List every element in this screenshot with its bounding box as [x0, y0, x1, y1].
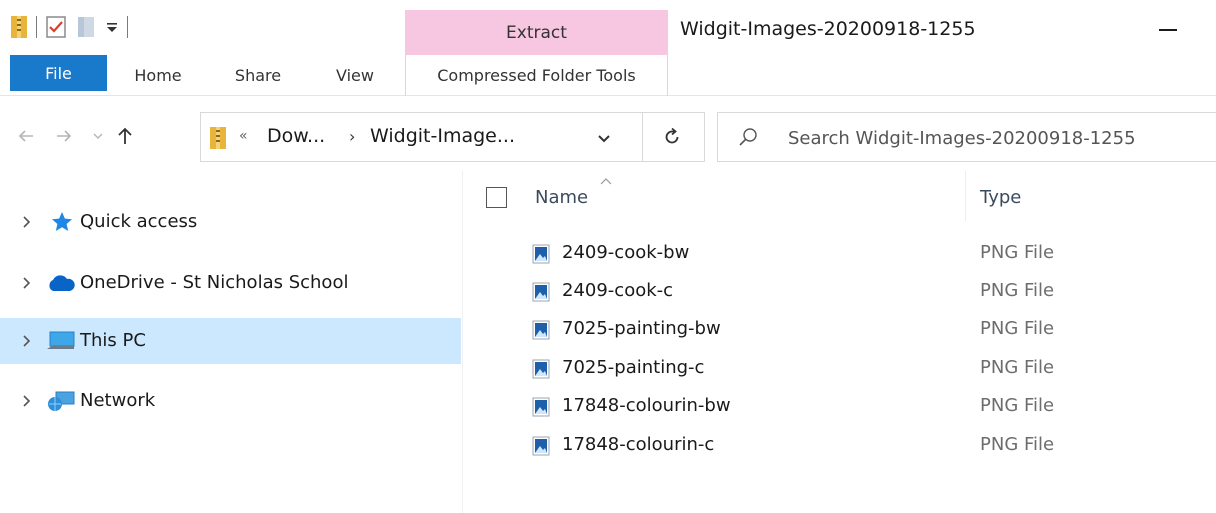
file-row[interactable]: 7025-painting-bw PNG File: [463, 311, 1216, 349]
extract-context-tab[interactable]: Extract: [405, 10, 668, 55]
cloud-icon: [46, 274, 76, 296]
file-name: 17848-colourin-c: [562, 434, 715, 455]
minimize-icon: [1159, 29, 1177, 31]
nav-item-quick-access[interactable]: Quick access: [0, 199, 461, 245]
forward-button[interactable]: [52, 122, 76, 150]
column-divider[interactable]: [965, 171, 966, 221]
file-row[interactable]: 2409-cook-c PNG File: [463, 273, 1216, 311]
network-icon: [46, 389, 76, 417]
nav-item-label: Network: [80, 390, 156, 411]
file-list: Name Type 2409-cook-bw PNG File 2409-coo…: [463, 171, 1216, 513]
arrow-right-icon: [57, 130, 72, 142]
image-file-icon: [532, 244, 550, 268]
computer-icon: [46, 331, 76, 355]
nav-item-label: Quick access: [80, 211, 198, 232]
arrow-up-icon: [118, 127, 132, 144]
nav-item-label: This PC: [80, 330, 146, 351]
breadcrumb-current-folder[interactable]: Widgit-Image...: [370, 125, 515, 147]
chevron-right-icon[interactable]: [22, 393, 32, 412]
zip-folder-icon: [209, 125, 227, 155]
image-file-icon: [532, 320, 550, 344]
file-name: 17848-colourin-bw: [562, 395, 731, 416]
quick-access-toolbar: [10, 12, 128, 42]
breadcrumb-downloads[interactable]: Dow...: [267, 125, 325, 147]
refresh-button[interactable]: [642, 112, 700, 162]
nav-item-network[interactable]: Network: [0, 378, 461, 424]
navigation-pane: Quick access OneDrive - St Nicholas Scho…: [0, 171, 462, 513]
toolbar-separator: [127, 16, 128, 38]
image-file-icon: [532, 359, 550, 383]
file-row[interactable]: 7025-painting-c PNG File: [463, 350, 1216, 388]
chevron-right-icon[interactable]: [22, 275, 32, 294]
star-icon: [50, 210, 74, 238]
minimize-button[interactable]: [1148, 10, 1188, 50]
file-name: 7025-painting-bw: [562, 318, 721, 339]
image-file-icon: [532, 436, 550, 460]
column-header-name[interactable]: Name: [535, 187, 588, 208]
image-file-icon: [532, 282, 550, 306]
back-button[interactable]: [14, 122, 38, 150]
window-title: Widgit-Images-20200918-1255: [680, 18, 976, 40]
refresh-icon: [665, 127, 678, 144]
zip-folder-icon[interactable]: [10, 14, 28, 40]
breadcrumb-separator[interactable]: ›: [349, 127, 355, 146]
tab-file[interactable]: File: [10, 55, 107, 91]
image-file-icon: [532, 397, 550, 421]
title-bar: Extract Widgit-Images-20200918-1255: [0, 0, 1216, 55]
search-icon: [738, 127, 758, 151]
file-type: PNG File: [980, 280, 1055, 301]
new-folder-icon[interactable]: [75, 15, 97, 39]
file-type: PNG File: [980, 357, 1055, 378]
file-row[interactable]: 17848-colourin-c PNG File: [463, 427, 1216, 465]
tab-compressed-folder-tools[interactable]: Compressed Folder Tools: [405, 55, 668, 96]
up-button[interactable]: [114, 122, 136, 150]
nav-item-onedrive[interactable]: OneDrive - St Nicholas School: [0, 260, 461, 306]
toolbar-separator: [36, 16, 37, 38]
sort-ascending-icon: [599, 171, 613, 190]
tab-share[interactable]: Share: [225, 55, 291, 95]
nav-item-this-pc[interactable]: This PC: [0, 318, 461, 364]
ribbon-tabs: File Home Share View Compressed Folder T…: [0, 55, 1216, 96]
address-bar[interactable]: « Dow... › Widgit-Image...: [200, 112, 705, 162]
file-name: 7025-painting-c: [562, 357, 705, 378]
properties-icon[interactable]: [45, 15, 67, 39]
file-name: 2409-cook-bw: [562, 242, 690, 263]
chevron-down-icon: [93, 133, 103, 139]
search-box[interactable]: [717, 112, 1216, 162]
file-row[interactable]: 2409-cook-bw PNG File: [463, 235, 1216, 273]
column-header-type[interactable]: Type: [980, 187, 1021, 208]
file-type: PNG File: [980, 395, 1055, 416]
file-type: PNG File: [980, 242, 1055, 263]
select-all-checkbox[interactable]: [486, 187, 507, 208]
file-type: PNG File: [980, 434, 1055, 455]
file-name: 2409-cook-c: [562, 280, 674, 301]
address-dropdown-button[interactable]: [597, 130, 611, 149]
file-type: PNG File: [980, 318, 1055, 339]
breadcrumb-overflow[interactable]: «: [239, 128, 248, 144]
file-row[interactable]: 17848-colourin-bw PNG File: [463, 388, 1216, 426]
chevron-right-icon[interactable]: [22, 333, 32, 352]
nav-item-label: OneDrive - St Nicholas School: [80, 272, 349, 293]
tab-view[interactable]: View: [325, 55, 385, 95]
chevron-down-icon: [598, 135, 610, 143]
tab-home[interactable]: Home: [128, 55, 188, 95]
chevron-right-icon[interactable]: [22, 214, 32, 233]
navigation-bar: « Dow... › Widgit-Image...: [0, 96, 1216, 171]
arrow-left-icon: [18, 130, 33, 142]
customize-toolbar-icon[interactable]: [105, 20, 119, 34]
search-input[interactable]: [788, 123, 1208, 153]
recent-locations-button[interactable]: [88, 122, 108, 150]
